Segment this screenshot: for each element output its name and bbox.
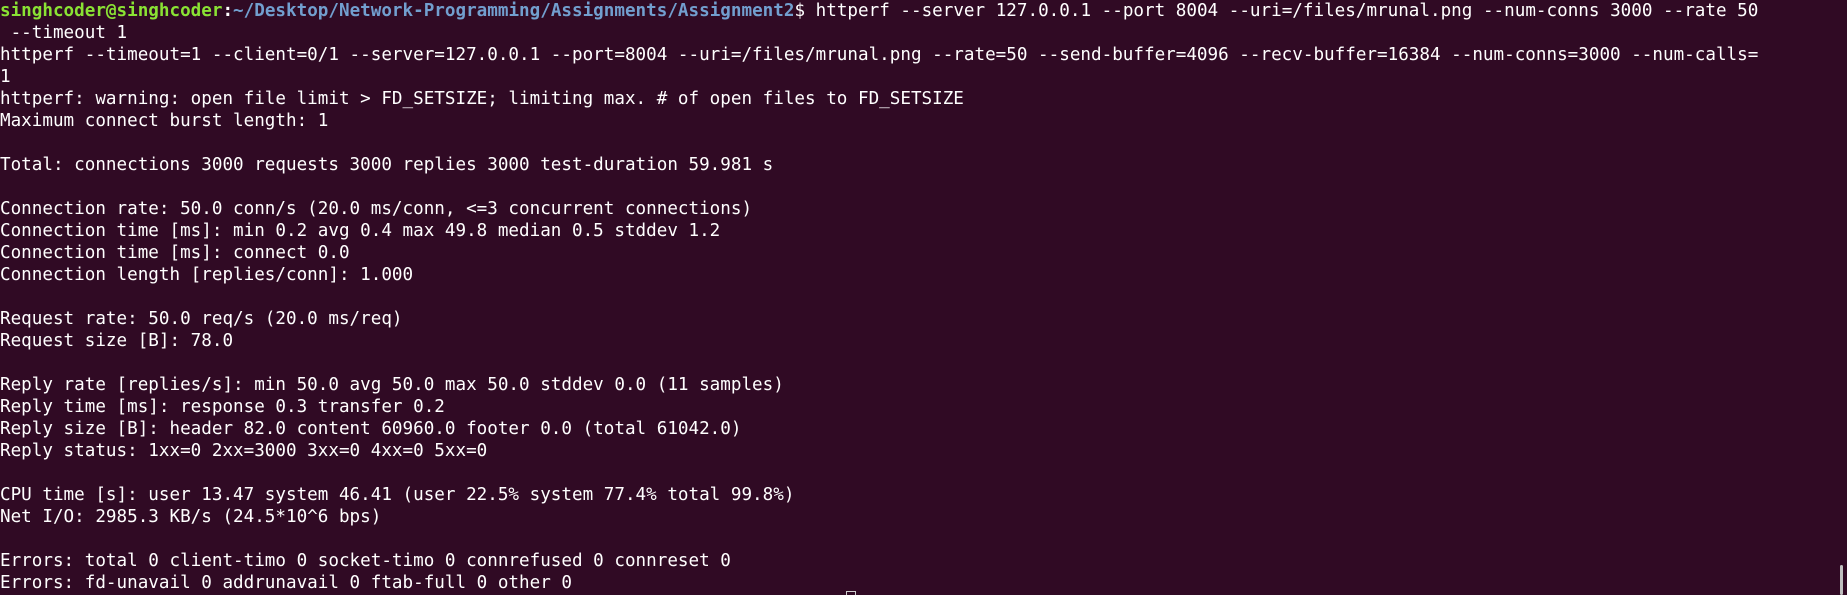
- output-line: Reply status: 1xx=0 2xx=3000 3xx=0 4xx=0…: [0, 441, 488, 461]
- prompt-path: ~/Desktop/Network-Programming/Assignment…: [233, 1, 795, 21]
- prompt-separator: :: [222, 1, 234, 21]
- output-line: Connection time [ms]: min 0.2 avg 0.4 ma…: [0, 221, 721, 241]
- output-line: Errors: total 0 client-timo 0 socket-tim…: [0, 551, 731, 571]
- prompt-symbol: $: [794, 1, 806, 21]
- terminal-window[interactable]: singhcoder@singhcoder:~/Desktop/Network-…: [0, 0, 1847, 595]
- output-line: Connection time [ms]: connect 0.0: [0, 243, 350, 263]
- output-line: Reply time [ms]: response 0.3 transfer 0…: [0, 397, 445, 417]
- output-line: Reply rate [replies/s]: min 50.0 avg 50.…: [0, 375, 784, 395]
- output-line: Connection rate: 50.0 conn/s (20.0 ms/co…: [0, 199, 753, 219]
- output-line: Reply size [B]: header 82.0 content 6096…: [0, 419, 742, 439]
- output-line: httperf: warning: open file limit > FD_S…: [0, 89, 964, 109]
- output-line: --timeout 1: [0, 23, 128, 43]
- output-line: httperf --timeout=1 --client=0/1 --serve…: [0, 45, 1759, 65]
- output-line: Errors: fd-unavail 0 addrunavail 0 ftab-…: [0, 573, 572, 593]
- prompt-user-host: singhcoder@singhcoder: [0, 1, 223, 21]
- prompt-command: httperf --server 127.0.0.1 --port 8004 -…: [805, 1, 1759, 21]
- output-line: 1: [0, 67, 11, 87]
- terminal-scrollbar[interactable]: [1840, 565, 1843, 595]
- output-line: Request rate: 50.0 req/s (20.0 ms/req): [0, 309, 403, 329]
- prompt-line: singhcoder@singhcoder:~/Desktop/Network-…: [0, 0, 1817, 22]
- output-line: Connection length [replies/conn]: 1.000: [0, 265, 414, 285]
- output-line: CPU time [s]: user 13.47 system 46.41 (u…: [0, 485, 795, 505]
- output-line: Net I/O: 2985.3 KB/s (24.5*10^6 bps): [0, 507, 382, 527]
- output-line: Total: connections 3000 requests 3000 re…: [0, 155, 774, 175]
- output-line: Request size [B]: 78.0: [0, 331, 234, 351]
- output-line: Maximum connect burst length: 1: [0, 111, 329, 131]
- text-cursor: [846, 591, 856, 595]
- terminal-output: --timeout 1 httperf --timeout=1 --client=…: [0, 22, 1817, 594]
